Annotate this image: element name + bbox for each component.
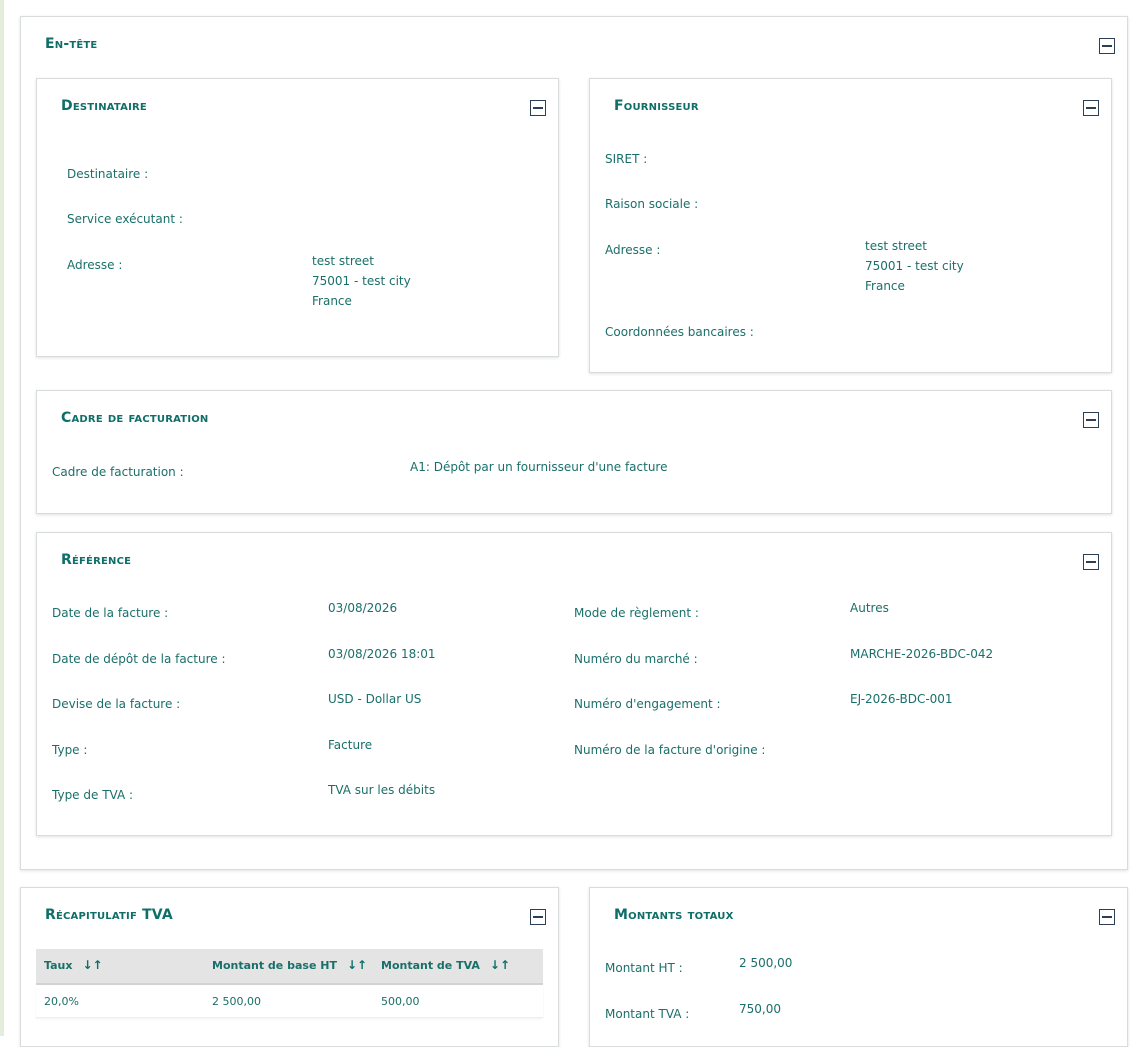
reference-title: Référence	[61, 552, 132, 568]
cadre-facturation-value: A1: Dépôt par un fournisseur d'une factu…	[410, 460, 668, 474]
column-label: Montant de TVA	[381, 959, 480, 972]
type-value: Facture	[328, 738, 373, 752]
mode-reglement-label: Mode de règlement :	[574, 606, 699, 620]
collapse-minus-icon[interactable]	[1099, 909, 1115, 925]
montant-tva-label: Montant TVA :	[605, 1007, 690, 1021]
cadre-facturation-title: Cadre de facturation	[61, 410, 209, 426]
montant-ht-value: 2 500,00	[739, 956, 793, 970]
entete-title: En-tête	[45, 36, 98, 52]
date-facture-label: Date de la facture :	[52, 606, 169, 620]
date-depot-label: Date de dépôt de la facture :	[52, 652, 226, 666]
service-executant-label: Service exécutant :	[67, 212, 183, 226]
siret-label: SIRET :	[605, 152, 648, 166]
cell-taux: 20,0%	[44, 995, 79, 1008]
collapse-minus-icon[interactable]	[1099, 38, 1115, 54]
column-label: Taux	[44, 959, 73, 972]
cadre-facturation-panel	[36, 390, 1112, 514]
adresse-label: Adresse :	[605, 243, 661, 257]
collapse-minus-icon[interactable]	[1083, 412, 1099, 428]
address-country: France	[312, 294, 352, 308]
sort-arrows-icon[interactable]: ↓↑	[82, 949, 102, 981]
fournisseur-title: Fournisseur	[614, 98, 699, 114]
column-label: Montant de base HT	[212, 959, 337, 972]
numero-facture-origine-label: Numéro de la facture d'origine :	[574, 743, 766, 757]
cadre-facturation-label: Cadre de facturation :	[52, 465, 184, 479]
date-facture-value: 03/08/2026	[328, 601, 398, 615]
destinataire-label: Destinataire :	[67, 167, 149, 181]
cell-base-ht: 2 500,00	[212, 995, 261, 1008]
numero-engagement-value: EJ-2026-BDC-001	[850, 692, 953, 706]
type-label: Type :	[52, 743, 88, 757]
column-header-taux[interactable]: Taux ↓↑	[44, 949, 103, 983]
cell-montant-tva: 500,00	[381, 995, 420, 1008]
devise-value: USD - Dollar US	[328, 692, 422, 706]
address-city: 75001 - test city	[865, 259, 964, 273]
table-row[interactable]: 20,0% 2 500,00 500,00	[36, 986, 543, 1018]
numero-engagement-label: Numéro d'engagement :	[574, 697, 721, 711]
destinataire-title: Destinataire	[61, 98, 147, 114]
address-city: 75001 - test city	[312, 274, 411, 288]
collapse-minus-icon[interactable]	[1083, 554, 1099, 570]
left-strip	[0, 0, 4, 1036]
montant-ht-label: Montant HT :	[605, 961, 683, 975]
numero-marche-label: Numéro du marché :	[574, 652, 698, 666]
tva-table-header: Taux ↓↑ Montant de base HT ↓↑ Montant de T…	[36, 949, 543, 985]
mode-reglement-value: Autres	[850, 601, 889, 615]
address-street: test street	[865, 239, 927, 253]
adresse-label: Adresse :	[67, 258, 123, 272]
address-street: test street	[312, 254, 374, 268]
collapse-minus-icon[interactable]	[530, 100, 546, 116]
numero-marche-value: MARCHE-2026-BDC-042	[850, 647, 994, 661]
collapse-minus-icon[interactable]	[530, 909, 546, 925]
column-header-montant-tva[interactable]: Montant de TVA ↓↑	[381, 949, 510, 983]
collapse-minus-icon[interactable]	[1083, 100, 1099, 116]
address-country: France	[865, 279, 905, 293]
column-header-base-ht[interactable]: Montant de base HT ↓↑	[212, 949, 367, 983]
sort-arrows-icon[interactable]: ↓↑	[347, 949, 367, 981]
raison-sociale-label: Raison sociale :	[605, 197, 699, 211]
coordonnees-bancaires-label: Coordonnées bancaires :	[605, 325, 754, 339]
type-tva-label: Type de TVA :	[52, 788, 134, 802]
recap-tva-title: Récapitulatif TVA	[45, 907, 173, 923]
reference-panel	[36, 532, 1112, 836]
montant-tva-value: 750,00	[739, 1002, 781, 1016]
date-depot-value: 03/08/2026 18:01	[328, 647, 436, 661]
type-tva-value: TVA sur les débits	[328, 783, 436, 797]
sort-arrows-icon[interactable]: ↓↑	[490, 949, 510, 981]
devise-label: Devise de la facture :	[52, 697, 181, 711]
montants-totaux-title: Montants totaux	[614, 907, 734, 923]
